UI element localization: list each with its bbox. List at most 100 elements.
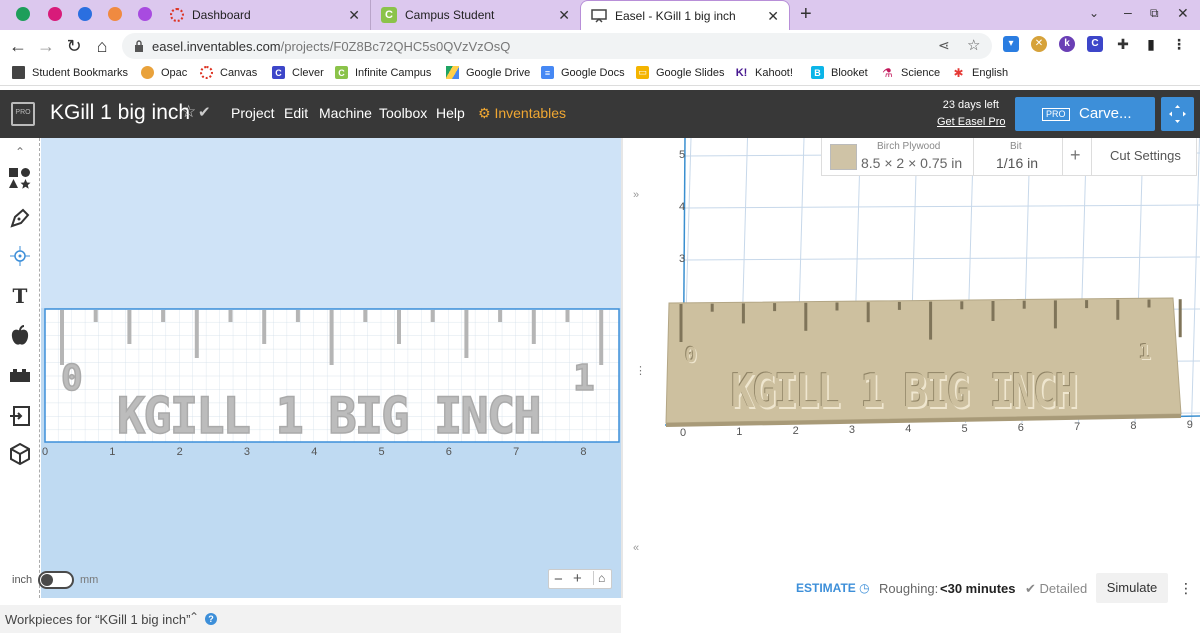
extension-icon[interactable]: ✕ [1031, 36, 1047, 52]
bookmark-google-drive[interactable]: Google Drive [446, 66, 530, 79]
close-icon[interactable]: ✕ [767, 8, 779, 25]
menu-machine[interactable]: Machine [319, 105, 372, 121]
minimize-icon[interactable]: – [1124, 4, 1132, 20]
ruler-tick [228, 310, 233, 322]
kami-extension-icon[interactable]: k [1059, 36, 1075, 52]
puzzle-icon[interactable]: ✚ [1115, 36, 1131, 52]
help-icon[interactable]: ? [205, 613, 217, 625]
inventables-label: Inventables [494, 105, 567, 121]
panel-divider[interactable]: » ⋮ « [621, 138, 646, 613]
bookmark-google-docs[interactable]: ≡ Google Docs [541, 66, 625, 79]
close-window-icon[interactable]: ✕ [1177, 5, 1189, 22]
add-bit-icon[interactable]: + [1070, 145, 1081, 166]
chevron-down-icon[interactable]: ⌄ [1089, 6, 1099, 20]
ruler-tick [93, 310, 98, 322]
bookmark-canvas[interactable]: Canvas [200, 66, 257, 79]
import-block-icon[interactable] [8, 364, 32, 388]
x-tick-label: 9 [1186, 418, 1193, 431]
x-tick-label: 1 [736, 426, 743, 439]
window-dot-icon[interactable] [108, 7, 122, 21]
zoom-in-icon[interactable]: + [573, 570, 582, 587]
tab-easel[interactable]: Easel - KGill 1 big inch ✕ [580, 0, 790, 30]
zoom-out-icon[interactable]: − [554, 571, 563, 588]
workpieces-label[interactable]: Workpieces for “KGill 1 big inch” [5, 612, 190, 627]
canvas-icon [200, 66, 213, 79]
preview-tick [1178, 299, 1182, 338]
shapes-icon[interactable] [8, 166, 32, 190]
clever-extension-icon[interactable]: C [1087, 36, 1103, 52]
new-tab-button[interactable]: + [800, 3, 812, 26]
trash-extension-icon[interactable]: ▾ [1003, 36, 1019, 52]
window-dot-icon[interactable] [78, 7, 92, 21]
menu-project[interactable]: Project [231, 105, 275, 121]
project-title[interactable]: KGill 1 big inch [50, 101, 190, 125]
bookmark-english[interactable]: ✱ English [952, 66, 1008, 80]
bookmark-student-bookmarks[interactable]: Student Bookmarks [12, 66, 128, 79]
apple-icon[interactable] [8, 324, 32, 348]
chevron-up-icon[interactable]: ⌃ [189, 610, 199, 624]
cut-settings-button[interactable]: Cut Settings [1110, 148, 1181, 163]
collapse-up-icon[interactable]: ⌃ [8, 140, 32, 164]
forward-icon[interactable]: → [34, 34, 58, 58]
import-icon[interactable] [8, 404, 32, 428]
target-icon[interactable] [8, 244, 32, 268]
ruler-zero-label[interactable]: 0 [60, 357, 83, 400]
window-dot-icon[interactable] [16, 7, 30, 21]
bookmark-google-slides[interactable]: ▭ Google Slides [636, 66, 725, 79]
carve-button[interactable]: PRO Carve... [1015, 97, 1155, 131]
reload-icon[interactable]: ↻ [62, 34, 86, 58]
roughing-label: Roughing: [879, 581, 939, 596]
tab-dashboard[interactable]: Dashboard ✕ [160, 0, 370, 30]
home-icon[interactable]: ⌂ [593, 571, 605, 585]
easel-logo-icon[interactable]: PRO [11, 102, 35, 126]
back-icon[interactable]: ← [6, 34, 30, 58]
ruler-one-label[interactable]: 1 [572, 357, 595, 400]
clever-icon: C [272, 66, 285, 79]
home-icon[interactable]: ⌂ [90, 34, 114, 58]
more-options-icon[interactable]: ⋮ [1179, 580, 1193, 597]
menu-help[interactable]: Help [436, 105, 465, 121]
window-dot-icon[interactable] [48, 7, 62, 21]
material-size[interactable]: 8.5 × 2 × 0.75 in [861, 155, 962, 171]
window-dot-icon[interactable] [138, 7, 152, 21]
star-icon[interactable]: ☆ [181, 102, 196, 122]
text-icon[interactable]: T [8, 284, 32, 308]
more-icon[interactable]: ⋮ [1171, 36, 1187, 52]
bookmark-opac[interactable]: Opac [141, 66, 187, 79]
material-name[interactable]: Birch Plywood [877, 141, 940, 152]
tab-campus-student[interactable]: C Campus Student ✕ [370, 0, 580, 30]
expand-left-icon[interactable]: « [633, 542, 639, 554]
material-swatch-icon[interactable] [830, 144, 857, 170]
sidepanel-icon[interactable]: ▮ [1143, 36, 1159, 52]
detailed-option[interactable]: ✔ Detailed [1025, 581, 1087, 597]
preview-ruler-text: KGILL 1 BIG INCH [731, 364, 1078, 418]
close-icon[interactable]: ✕ [348, 7, 360, 24]
pen-icon[interactable] [8, 206, 32, 230]
share-icon[interactable]: ⋖ [938, 37, 950, 54]
units-toggle[interactable] [38, 571, 74, 589]
star-icon[interactable]: ☆ [967, 36, 980, 54]
x-tick-label: 6 [1017, 421, 1024, 434]
get-pro-link[interactable]: Get Easel Pro [937, 116, 1005, 128]
bookmark-infinite-campus[interactable]: C Infinite Campus [335, 66, 431, 79]
estimate-label[interactable]: ESTIMATE ◷ [796, 581, 870, 595]
bookmark-blooket[interactable]: B Blooket [811, 66, 868, 79]
bit-value[interactable]: 1/16 in [996, 155, 1038, 171]
menu-toolbox[interactable]: Toolbox [379, 105, 427, 121]
inventables-link[interactable]: ⚙ Inventables [478, 105, 566, 122]
bookmark-science[interactable]: ⚗ Science [881, 66, 940, 80]
address-bar[interactable]: easel.inventables.com/projects/F0Z8Bc72Q… [122, 33, 992, 59]
bookmark-label: Canvas [220, 66, 258, 79]
close-icon[interactable]: ✕ [558, 7, 570, 24]
bookmark-kahoot[interactable]: K! Kahoot! [735, 66, 793, 79]
expand-right-icon[interactable]: » [633, 189, 639, 201]
restore-icon[interactable]: ⧉ [1150, 6, 1159, 21]
design-canvas[interactable]: 0 1 KGILL 1 BIG INCH 0 1 2 3 4 5 6 7 8 [41, 138, 628, 598]
menu-edit[interactable]: Edit [284, 105, 308, 121]
fullscreen-button[interactable] [1161, 97, 1194, 131]
bookmark-clever[interactable]: C Clever [272, 66, 324, 79]
ruler-text[interactable]: KGILL 1 BIG INCH [116, 386, 542, 446]
simulate-button[interactable]: Simulate [1096, 573, 1168, 603]
cube-icon[interactable] [8, 442, 32, 466]
preview-3d[interactable]: 0 1 KGILL 1 BIG INCH 5 4 3 0 1 2 3 4 5 6 7 8 9 [645, 138, 1200, 598]
